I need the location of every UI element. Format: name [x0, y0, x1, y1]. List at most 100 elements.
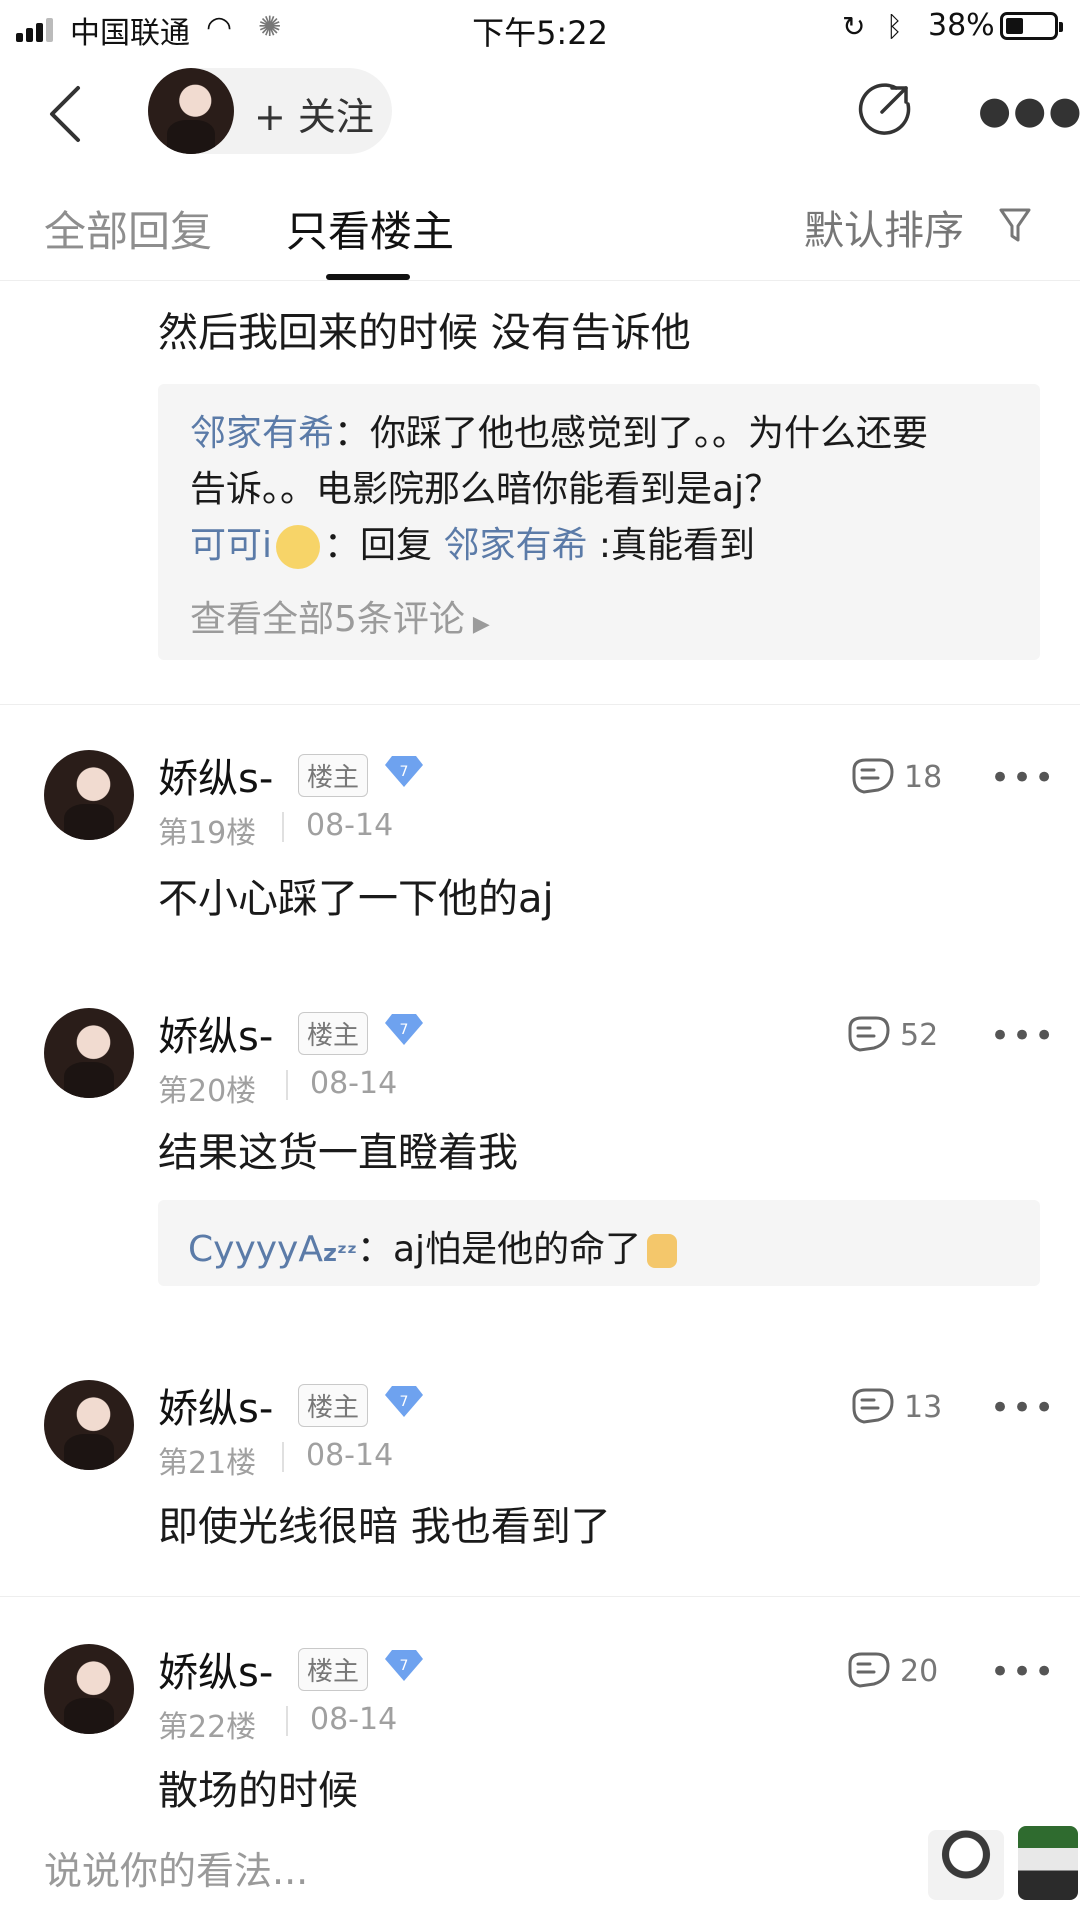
comment-item[interactable]: 可可i ：回复 邻家有希 :真能看到	[190, 518, 755, 574]
author-name[interactable]: 娇纵s-	[158, 1376, 273, 1434]
battery-level	[1006, 18, 1023, 34]
post-divider	[0, 704, 1080, 705]
tab-all-replies[interactable]: 全部回复	[44, 198, 212, 259]
comment-user[interactable]: CyyyyA	[188, 1229, 323, 1270]
thumbs-up-emoji-icon	[647, 1234, 678, 1268]
author-name[interactable]: 娇纵s-	[158, 746, 273, 804]
post-item: 娇纵s- 楼主 7 第19楼 08-14 18 ••• 不小心踩了一下他的aj	[0, 740, 1080, 940]
like-icon[interactable]	[846, 1650, 892, 1690]
floor-number: 第21楼	[158, 1446, 257, 1481]
post-item: 娇纵s- 楼主 7 第20楼 08-14 52 ••• 结果这货一直瞪着我 Cy…	[0, 998, 1080, 1298]
more-button[interactable]: ●●●	[978, 88, 1080, 132]
meta-separator	[286, 1706, 288, 1736]
comment-text: ：aj怕是他的命了	[357, 1229, 642, 1270]
op-badge: 楼主	[298, 754, 369, 797]
like-count: 20	[900, 1654, 939, 1689]
level-number: 7	[400, 1658, 409, 1674]
author-avatar[interactable]	[148, 68, 234, 154]
comment-item[interactable]: CyyyyAzᶻᶻ：aj怕是他的命了	[188, 1220, 678, 1272]
filter-button[interactable]	[998, 206, 1032, 246]
post-text: 然后我回来的时候 没有告诉他	[158, 310, 691, 356]
post-date: 08-14	[310, 1066, 398, 1101]
diamond-level-icon: 7	[385, 1386, 423, 1417]
reply-target-user[interactable]: 邻家有希	[443, 525, 587, 566]
smile-emoji-icon	[276, 525, 321, 569]
tab-op-only[interactable]: 只看楼主	[286, 198, 454, 259]
like-count: 52	[900, 1018, 939, 1053]
floor-number: 第19楼	[158, 816, 257, 851]
author-name[interactable]: 娇纵s-	[158, 1640, 273, 1698]
battery-icon	[1000, 12, 1063, 40]
post-divider	[0, 1596, 1080, 1597]
like-count: 13	[904, 1390, 943, 1425]
battery-percent: 38%	[928, 8, 995, 43]
diamond-level-icon: 7	[385, 1014, 423, 1045]
post-more-button[interactable]: •••	[990, 1652, 1056, 1692]
level-number: 7	[400, 1022, 409, 1038]
op-badge: 楼主	[298, 1012, 369, 1055]
view-all-label: 查看全部5条评论	[190, 599, 465, 640]
author-avatar[interactable]	[44, 1008, 134, 1098]
comment-reply-prefix: ：回复	[324, 525, 444, 566]
author-avatar[interactable]	[44, 1644, 134, 1734]
follow-button[interactable]: + 关注	[254, 86, 374, 141]
post-date: 08-14	[306, 808, 394, 843]
op-badge: 楼主	[298, 1384, 369, 1427]
post-text: 散场的时候	[158, 1768, 358, 1814]
comment-text: 你踩了他也感觉到了。。为什么还要	[370, 413, 929, 454]
post-text: 不小心踩了一下他的aj	[158, 876, 554, 922]
post-more-button[interactable]: •••	[990, 1388, 1056, 1428]
comment-text: :真能看到	[587, 525, 756, 566]
post-more-button[interactable]: •••	[990, 758, 1056, 798]
post-date: 08-14	[306, 1438, 394, 1473]
comment-box[interactable]: CyyyyAzᶻᶻ：aj怕是他的命了	[158, 1200, 1040, 1286]
comment-user[interactable]: 可可i	[190, 525, 272, 566]
like-icon[interactable]	[846, 1014, 892, 1054]
tabs-divider	[0, 280, 1080, 281]
comment-box: 邻家有希：你踩了他也感觉到了。。为什么还要 告诉。。电影院那么暗你能看到是aj？…	[158, 384, 1040, 660]
sticker-button[interactable]	[928, 1830, 1004, 1900]
share-button[interactable]	[856, 80, 914, 138]
like-icon[interactable]	[850, 1386, 896, 1426]
post-text: 结果这货一直瞪着我	[158, 1130, 518, 1176]
level-number: 7	[400, 764, 409, 780]
level-number: 7	[400, 1394, 409, 1410]
bluetooth-icon: ᛒ	[886, 10, 903, 43]
back-button[interactable]	[46, 84, 86, 144]
op-badge: 楼主	[298, 1648, 369, 1691]
comment-item[interactable]: 邻家有希：你踩了他也感觉到了。。为什么还要 告诉。。电影院那么暗你能看到是aj？	[190, 406, 1030, 518]
post-date: 08-14	[310, 1702, 398, 1737]
like-icon[interactable]	[850, 756, 896, 796]
comment-text-cont: 告诉。。电影院那么暗你能看到是aj？	[190, 469, 781, 510]
meta-separator	[286, 1070, 288, 1100]
sort-dropdown[interactable]: 默认排序	[804, 198, 964, 256]
meta-separator	[282, 1442, 284, 1472]
post-item: 娇纵s- 楼主 7 第22楼 08-14 20 ••• 散场的时候	[0, 1634, 1080, 1814]
author-avatar[interactable]	[44, 750, 134, 840]
like-count: 18	[904, 760, 943, 795]
rotation-lock-icon: ↻	[842, 10, 866, 43]
chevron-right-icon: ▶	[472, 612, 490, 637]
meta-separator	[282, 812, 284, 842]
comment-user[interactable]: 邻家有希	[190, 413, 334, 454]
author-avatar[interactable]	[44, 1380, 134, 1470]
filter-icon	[999, 208, 1031, 242]
clock: 下午5:22	[472, 14, 608, 52]
share-icon	[858, 83, 911, 135]
more-icon: ●●●	[978, 88, 1080, 132]
back-arrow-icon	[50, 86, 80, 142]
author-name[interactable]: 娇纵s-	[158, 1004, 273, 1062]
post-more-button[interactable]: •••	[990, 1016, 1056, 1056]
post-text: 即使光线很暗 我也看到了	[158, 1504, 611, 1550]
view-all-comments-link[interactable]: 查看全部5条评论 ▶	[190, 590, 490, 642]
diamond-level-icon: 7	[385, 756, 423, 787]
comment-user-suffix: zᶻᶻ	[322, 1239, 357, 1267]
floor-number: 第22楼	[158, 1710, 257, 1745]
emoji-button[interactable]	[1018, 1826, 1078, 1900]
post-item: 娇纵s- 楼主 7 第21楼 08-14 13 ••• 即使光线很暗 我也看到了	[0, 1370, 1080, 1570]
status-bar: 中国联通 ◠ ✺ 下午5:22 ↻ ᛒ 38%	[0, 0, 1080, 56]
floor-number: 第20楼	[158, 1074, 257, 1109]
comment-separator: ：	[334, 413, 371, 454]
diamond-level-icon: 7	[385, 1650, 423, 1681]
comment-input[interactable]: 说说你的看法...	[44, 1840, 308, 1895]
